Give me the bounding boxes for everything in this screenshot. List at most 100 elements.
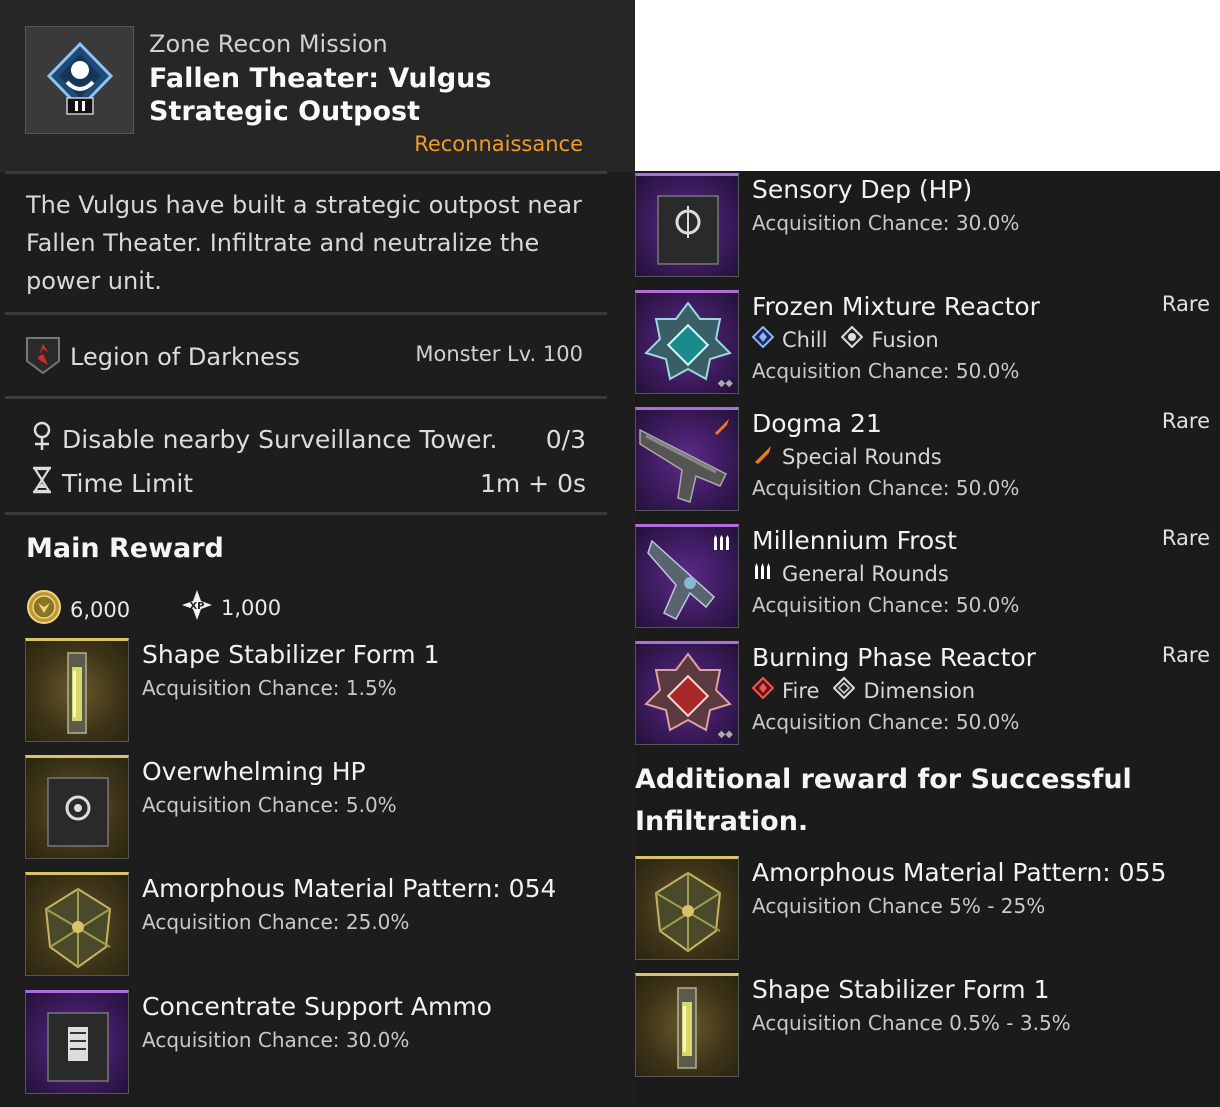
tag-label: Chill [782, 327, 828, 352]
faction-emblem-icon [24, 335, 62, 379]
mission-header: Zone Recon Mission Fallen Theater: Vulgu… [0, 0, 635, 172]
mission-category: Reconnaissance [414, 132, 583, 156]
item-chance: Acquisition Chance: 50.0% [752, 476, 1020, 500]
objective-progress: 0/3 [545, 424, 586, 454]
burning-phase-reactor-thumbnail: ◆◆ [635, 641, 739, 745]
item-tags: Chill Fusion [751, 325, 953, 353]
special-rounds-badge-icon [712, 416, 732, 440]
reward-item[interactable]: Overwhelming HP Acquisition Chance: 5.0% [25, 755, 585, 859]
item-name: Shape Stabilizer Form 1 [752, 975, 1050, 1004]
mission-type: Zone Recon Mission [149, 30, 388, 58]
reward-item[interactable]: Shape Stabilizer Form 1 Acquisition Chan… [25, 638, 585, 742]
item-chance: Acquisition Chance 0.5% - 3.5% [752, 1011, 1071, 1035]
reward-item[interactable]: Millennium Frost Rare General Rounds Acq… [635, 524, 1210, 628]
equip-indicator-icon: ◆◆ [717, 729, 733, 740]
monster-level: Monster Lv. 100 [415, 342, 583, 366]
additional-reward-title: Additional reward for Successful Infiltr… [635, 764, 1132, 837]
equip-indicator-icon: ◆◆ [717, 378, 733, 389]
blank-area [635, 0, 1220, 171]
dogma-21-thumbnail [635, 407, 739, 511]
amorphous-material-thumbnail [635, 856, 739, 960]
divider [5, 312, 607, 315]
item-name: Millennium Frost [752, 526, 957, 555]
item-chance: Acquisition Chance: 30.0% [752, 211, 1020, 235]
tag-label: General Rounds [782, 561, 949, 586]
item-name: Frozen Mixture Reactor [752, 292, 1040, 321]
item-chance: Acquisition Chance: 25.0% [142, 910, 410, 934]
item-name: Amorphous Material Pattern: 054 [142, 874, 557, 903]
tag-chill: Chill [751, 325, 828, 353]
fusion-type-icon [841, 325, 864, 353]
shape-stabilizer-thumbnail [25, 638, 129, 742]
item-chance: Acquisition Chance: 5.0% [142, 793, 397, 817]
tag-label: Special Rounds [782, 444, 942, 469]
item-chance: Acquisition Chance: 50.0% [752, 710, 1020, 734]
item-chance: Acquisition Chance: 50.0% [752, 593, 1020, 617]
item-chance: Acquisition Chance: 50.0% [752, 359, 1020, 383]
time-limit-value: 1m + 0s [479, 468, 586, 498]
objective-surveillance-tower: Disable nearby Surveillance Tower. 0/3 [30, 420, 586, 458]
tag-general-rounds: General Rounds [752, 560, 949, 587]
time-limit-label: Time Limit [62, 468, 194, 498]
item-chance: Acquisition Chance 5% - 25% [752, 894, 1046, 918]
item-tags: Special Rounds [752, 443, 956, 470]
hourglass-icon [30, 465, 54, 501]
reward-item[interactable]: Amorphous Material Pattern: 055 Acquisit… [635, 856, 1210, 960]
reward-item[interactable]: Shape Stabilizer Form 1 Acquisition Chan… [635, 973, 1210, 1077]
rarity-label: Rare [1161, 526, 1210, 550]
item-name: Concentrate Support Ammo [142, 992, 492, 1021]
reward-item[interactable]: Amorphous Material Pattern: 054 Acquisit… [25, 872, 585, 976]
overwhelming-hp-thumbnail [25, 755, 129, 859]
mission-title: Fallen Theater: Vulgus Strategic Outpost [149, 63, 492, 127]
tag-label: Fusion [871, 327, 939, 352]
gold-reward: 6,000 [26, 589, 130, 630]
rarity-label: Rare [1161, 643, 1210, 667]
faction-name: Legion of Darkness [70, 343, 300, 371]
amorphous-material-thumbnail [25, 872, 129, 976]
general-rounds-badge-icon [712, 533, 732, 557]
reward-item[interactable]: ◆◆ Frozen Mixture Reactor Rare Chill Fus… [635, 290, 1210, 394]
tag-dimension: Dimension [833, 676, 976, 704]
item-name: Sensory Dep (HP) [752, 175, 973, 204]
millennium-frost-thumbnail [635, 524, 739, 628]
divider [5, 512, 607, 515]
tag-special-rounds: Special Rounds [752, 443, 942, 470]
item-name: Shape Stabilizer Form 1 [142, 640, 440, 669]
concentrate-support-ammo-thumbnail [25, 990, 129, 1094]
rarity-label: Rare [1161, 292, 1210, 316]
dimension-type-icon [833, 676, 856, 704]
reward-item[interactable]: Dogma 21 Rare Special Rounds Acquisition… [635, 407, 1210, 511]
xp-amount: 1,000 [221, 595, 282, 620]
tag-label: Fire [782, 678, 820, 703]
item-name: Amorphous Material Pattern: 055 [752, 858, 1167, 887]
mission-description: The Vulgus have built a strategic outpos… [26, 191, 582, 295]
tag-fusion: Fusion [841, 325, 939, 353]
frozen-mixture-reactor-thumbnail: ◆◆ [635, 290, 739, 394]
item-name: Dogma 21 [752, 409, 882, 438]
item-name: Overwhelming HP [142, 757, 366, 786]
item-chance: Acquisition Chance: 1.5% [142, 676, 397, 700]
item-tags: Fire Dimension [751, 676, 989, 704]
divider [5, 396, 607, 399]
reward-item[interactable]: ◆◆ Burning Phase Reactor Rare Fire Dimen… [635, 641, 1210, 745]
tag-fire: Fire [751, 676, 820, 704]
chill-element-icon [751, 325, 775, 353]
reward-item[interactable]: Concentrate Support Ammo Acquisition Cha… [25, 990, 585, 1094]
faction: Legion of Darkness [24, 335, 300, 379]
special-rounds-icon [752, 443, 774, 470]
xp-icon: XP [181, 589, 213, 626]
sensory-dep-thumbnail [635, 173, 739, 277]
rarity-label: Rare [1161, 409, 1210, 433]
item-tags: General Rounds [752, 560, 963, 587]
objective-text: Disable nearby Surveillance Tower. [62, 424, 498, 454]
reward-item[interactable]: Sensory Dep (HP) Acquisition Chance: 30.… [635, 173, 1210, 277]
svg-text:XP: XP [189, 601, 204, 612]
main-reward-title: Main Reward [26, 533, 224, 564]
shape-stabilizer-thumbnail [635, 973, 739, 1077]
fire-element-icon [751, 676, 775, 704]
location-pin-icon [30, 420, 54, 458]
tag-label: Dimension [863, 678, 976, 703]
mission-emblem-icon [25, 26, 134, 134]
reward-list-continued: Sensory Dep (HP) Acquisition Chance: 30.… [635, 171, 1220, 1107]
general-rounds-icon [752, 560, 774, 587]
